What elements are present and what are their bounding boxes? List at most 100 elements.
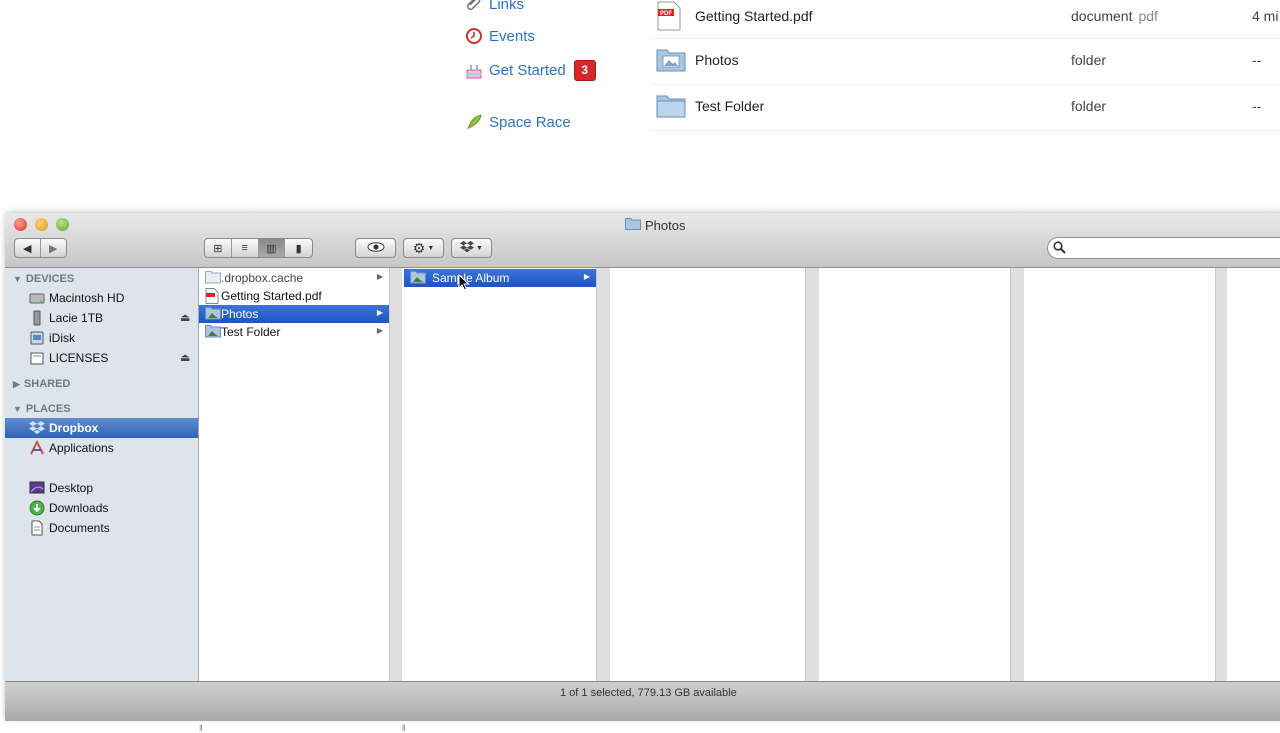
documents-icon (29, 520, 45, 536)
forward-button[interactable]: ▶ (41, 239, 66, 257)
list-view-icon: ≡ (241, 242, 248, 254)
dropbox-icon (29, 420, 45, 436)
sidebar-item-label: Lacie 1TB (49, 311, 104, 325)
file-row-getting-started[interactable]: PDF Getting Started.pdf document pdf 4 mi (650, 0, 1280, 39)
action-menu-button[interactable]: ⚙ ▼ (403, 238, 444, 258)
nav-get-started[interactable]: Get Started 3 (464, 60, 596, 81)
window-title: Photos (625, 217, 685, 233)
column-item-label: .dropbox.cache (221, 271, 304, 285)
file-kind: folder (1071, 52, 1107, 68)
browser-column-4 (819, 268, 1011, 681)
column-item-test-folder[interactable]: Test Folder ▶ (199, 323, 389, 341)
nav-space-race-label[interactable]: Space Race (489, 114, 571, 131)
folder-icon (205, 270, 221, 286)
column-item-photos[interactable]: Photos ▶ (199, 305, 389, 323)
icon-view-icon: ⊞ (213, 242, 223, 255)
finder-sidebar: ▼ DEVICES Macintosh HD Lacie 1TB ⏏ iDisk … (5, 268, 199, 681)
places-section-header[interactable]: ▼ PLACES (13, 403, 71, 415)
finder-window: Photos ◀ ▶ ⊞ ≡ ▥ ▮ ⚙ ▼ ▼ ▼ DEVICES Macin… (5, 213, 1280, 733)
nav-events[interactable]: Events (464, 26, 535, 46)
nav-get-started-label[interactable]: Get Started (489, 62, 566, 79)
column-item-label: Test Folder (221, 325, 281, 339)
nav-events-label[interactable]: Events (489, 28, 535, 45)
clock-icon (464, 26, 484, 46)
finder-toolbar: Photos ◀ ▶ ⊞ ≡ ▥ ▮ ⚙ ▼ ▼ (5, 213, 1280, 268)
sidebar-item-downloads[interactable]: Downloads (5, 498, 198, 518)
photo-folder-icon (410, 270, 426, 286)
paperclip-icon (464, 0, 484, 14)
notification-badge: 3 (573, 60, 596, 81)
devices-section-header[interactable]: ▼ DEVICES (13, 273, 74, 285)
dropbox-menu-button[interactable]: ▼ (451, 238, 492, 258)
file-modified: -- (1252, 52, 1262, 68)
sidebar-item-documents[interactable]: Documents (5, 518, 198, 538)
sidebar-item-desktop[interactable]: Desktop (5, 478, 198, 498)
column-item-sample-album[interactable]: Sample Album ▶ (404, 269, 596, 287)
chevron-down-icon: ▼ (476, 244, 483, 252)
disclosure-arrow-icon: ▶ (376, 326, 383, 335)
nav-links[interactable]: Links (464, 0, 524, 14)
back-button[interactable]: ◀ (15, 239, 41, 257)
zoom-button[interactable] (56, 218, 69, 231)
chevron-down-icon: ▼ (427, 244, 435, 252)
rocket-icon (464, 112, 484, 132)
column-item-dropbox-cache[interactable]: .dropbox.cache ▶ (199, 269, 389, 287)
browser-column-6 (1227, 268, 1280, 681)
cake-icon (464, 61, 484, 81)
nav-space-race[interactable]: Space Race (464, 112, 571, 132)
browser-column-1: .dropbox.cache ▶ Getting Started.pdf Pho… (199, 268, 390, 733)
photo-folder-icon (205, 306, 221, 322)
mouse-pointer-icon (458, 273, 470, 296)
sidebar-item-applications[interactable]: Applications (5, 438, 198, 458)
column-item-label: Photos (221, 307, 259, 321)
nav-links-label[interactable]: Links (489, 0, 524, 13)
disclosure-arrow-icon: ▶ (583, 272, 590, 281)
search-field[interactable] (1047, 237, 1280, 259)
sidebar-item-lacie-1tb[interactable]: Lacie 1TB ⏏ (5, 308, 198, 328)
section-label: PLACES (25, 403, 71, 415)
close-button[interactable] (14, 218, 27, 231)
eye-icon (367, 241, 385, 255)
column-view-button[interactable]: ▥ (258, 239, 286, 257)
sidebar-item-macintosh-hd[interactable]: Macintosh HD (5, 288, 198, 308)
list-view-button[interactable]: ≡ (232, 239, 259, 257)
status-text: 1 of 1 selected, 779.13 GB available (560, 687, 737, 699)
shared-section-header[interactable]: ▶ SHARED (13, 378, 70, 390)
file-row-test-folder[interactable]: Test Folder folder -- (650, 84, 1280, 131)
file-kind: folder (1071, 98, 1107, 114)
file-name[interactable]: Getting Started.pdf (695, 8, 813, 24)
column-resize-handle[interactable]: ‖ (199, 723, 203, 733)
coverflow-view-button[interactable]: ▮ (285, 239, 312, 257)
pdf-icon: PDF (656, 1, 682, 34)
coverflow-icon: ▮ (295, 242, 302, 255)
sidebar-item-licenses[interactable]: LICENSES ⏏ (5, 348, 198, 368)
browser-column-3 (610, 268, 806, 681)
file-row-photos[interactable]: Photos folder -- (650, 38, 1280, 85)
sidebar-item-label: iDisk (49, 331, 75, 345)
dropbox-web-page: Links Events Get Started 3 Space Race PD… (0, 0, 1280, 215)
file-name[interactable]: Photos (695, 52, 739, 68)
column-item-label: Getting Started.pdf (221, 289, 322, 303)
sidebar-item-label: Documents (49, 521, 110, 535)
sidebar-item-label: Dropbox (49, 421, 99, 435)
status-bar: 1 of 1 selected, 779.13 GB available (5, 681, 1280, 721)
quick-look-button[interactable] (355, 238, 396, 258)
column-resize-handle[interactable]: ‖ (402, 723, 406, 733)
section-label: SHARED (23, 378, 71, 390)
sidebar-item-dropbox[interactable]: Dropbox (5, 418, 198, 438)
photo-folder-icon (656, 46, 686, 75)
sidebar-item-label: Macintosh HD (49, 291, 125, 305)
eject-icon[interactable]: ⏏ (180, 351, 190, 364)
icon-view-button[interactable]: ⊞ (205, 239, 232, 257)
column-item-getting-started[interactable]: Getting Started.pdf (199, 287, 389, 305)
disk-image-icon (29, 350, 45, 366)
back-forward-control: ◀ ▶ (14, 238, 67, 258)
column-item-label: Sample Album (432, 271, 510, 285)
file-ext: pdf (1138, 8, 1158, 24)
section-label: DEVICES (25, 273, 75, 285)
eject-icon[interactable]: ⏏ (180, 311, 190, 324)
folder-icon (656, 92, 686, 121)
minimize-button[interactable] (35, 218, 48, 231)
sidebar-item-idisk[interactable]: iDisk (5, 328, 198, 348)
file-name[interactable]: Test Folder (695, 98, 764, 114)
